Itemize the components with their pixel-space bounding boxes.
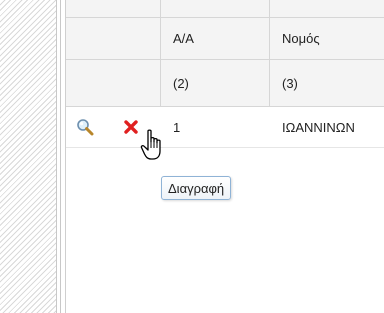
column-header-nomos[interactable]: Νομός <box>282 18 320 59</box>
table-row[interactable]: 1 ΙΩΑΝΝΙΝΩΝ <box>66 107 384 148</box>
magnifier-icon[interactable] <box>76 118 94 139</box>
header-row-numbers: (2) (3) <box>66 60 384 107</box>
column-divider <box>160 0 161 107</box>
screen: A/A Νομός (2) (3) 1 ΙΩΑΝΝΙΝΩΝ Διαγραφή <box>0 0 384 313</box>
cell-aa: 1 <box>173 119 181 135</box>
column-divider <box>269 0 270 107</box>
hand-pointer-icon <box>140 129 166 166</box>
delete-x-icon[interactable] <box>123 119 139 138</box>
header-top-strip <box>66 0 384 18</box>
column-number-aa: (2) <box>173 75 189 91</box>
gutter-divider <box>60 0 61 313</box>
tooltip-delete: Διαγραφή <box>161 176 232 200</box>
cell-nomos: ΙΩΑΝΝΙΝΩΝ <box>282 119 355 135</box>
grid-header: A/A Νομός (2) (3) <box>66 0 384 107</box>
column-number-nomos: (3) <box>282 75 298 91</box>
header-row-labels: A/A Νομός <box>66 18 384 60</box>
column-header-aa[interactable]: A/A <box>173 18 194 59</box>
left-gutter-hatched <box>0 0 57 313</box>
data-grid: A/A Νομός (2) (3) 1 ΙΩΑΝΝΙΝΩΝ <box>65 0 384 313</box>
